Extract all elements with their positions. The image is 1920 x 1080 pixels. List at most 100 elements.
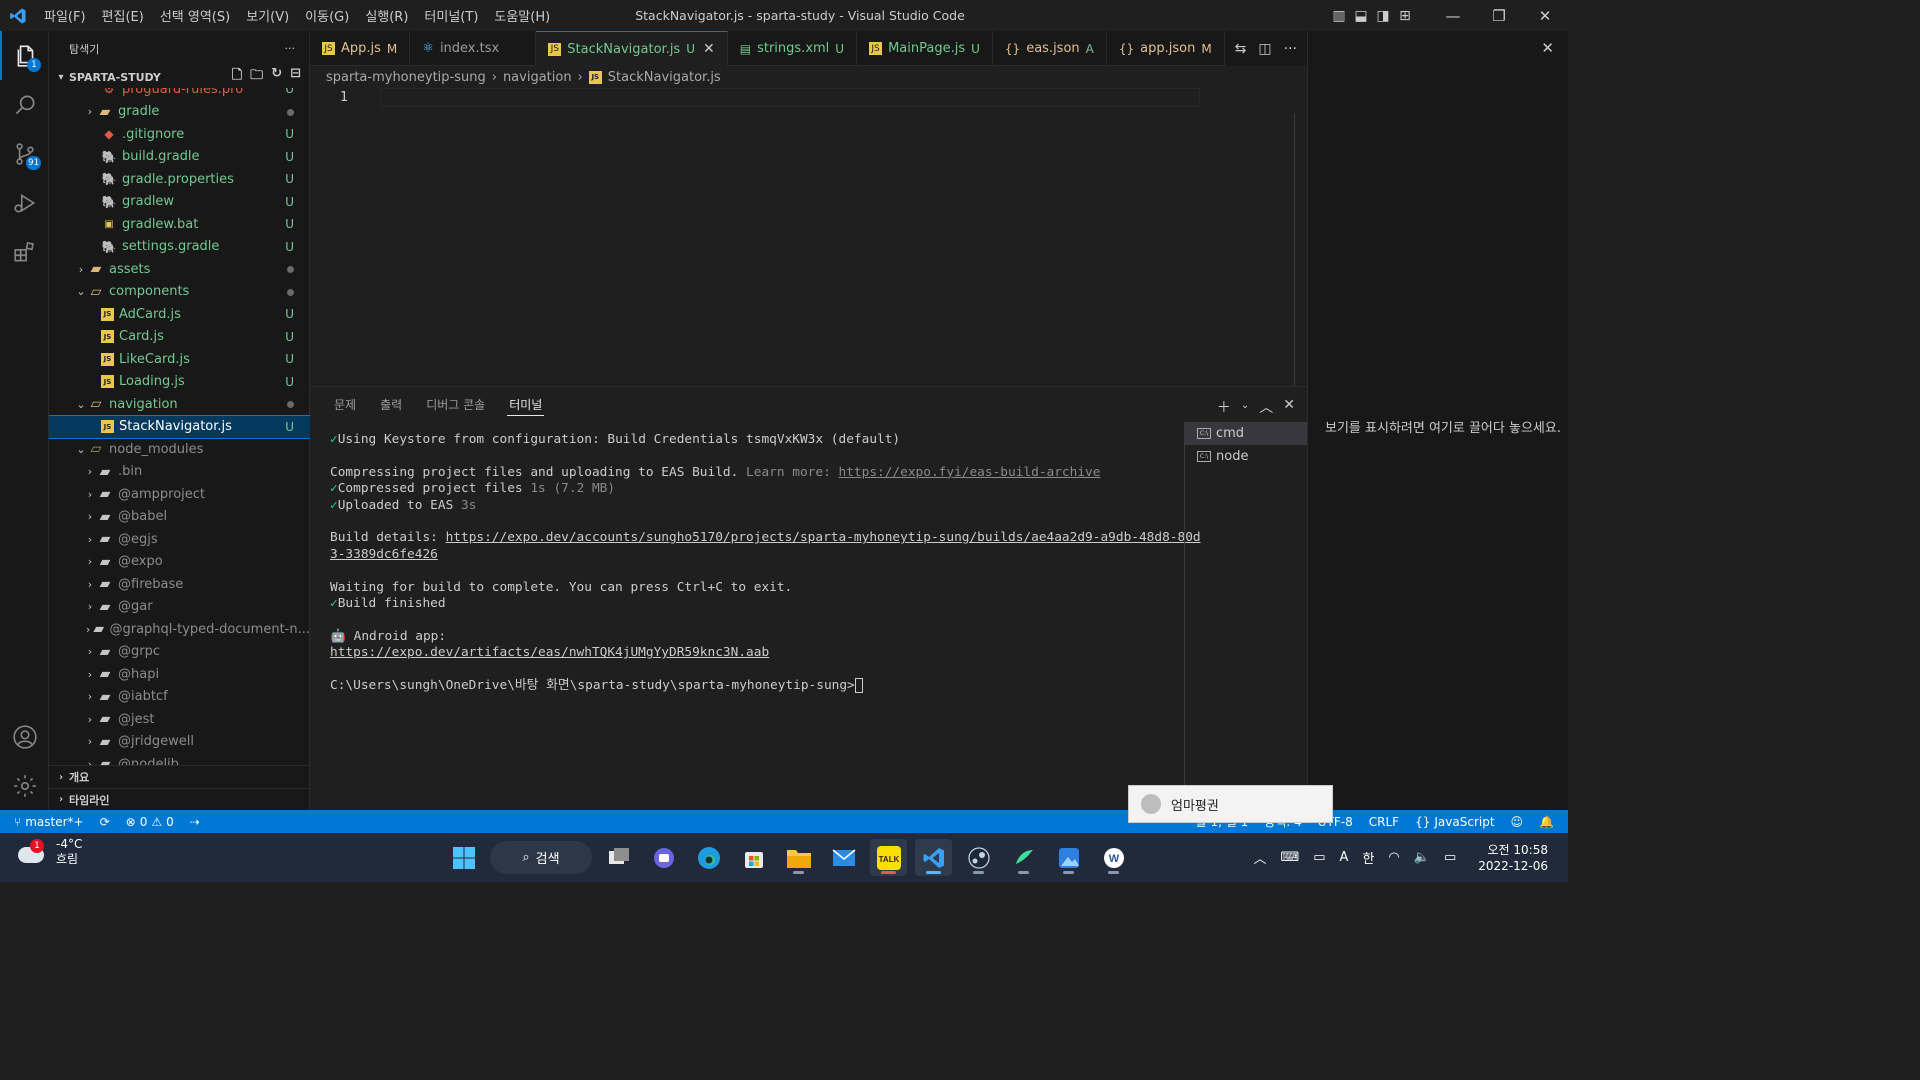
task-view-icon[interactable]	[600, 839, 637, 876]
language-mode[interactable]: {} JavaScript	[1407, 815, 1502, 829]
problems-indicator[interactable]: ⊗ 0 ⚠ 0	[118, 815, 182, 829]
menu-run[interactable]: 실행(R)	[357, 6, 416, 25]
tab-strings-xml[interactable]: ▤ strings.xml U	[728, 31, 858, 66]
kakaotalk-icon[interactable]: TALK	[870, 839, 907, 876]
source-control-icon[interactable]: 91	[0, 129, 49, 178]
new-terminal-icon[interactable]: ＋	[1217, 397, 1231, 417]
tree-item-gradlew-bat[interactable]: ▣ gradlew.bat U	[49, 213, 310, 236]
manage-gear-icon[interactable]	[0, 761, 49, 810]
microsoft-store-icon[interactable]	[735, 839, 772, 876]
tab-index-tsx[interactable]: ⚛ index.tsx	[410, 31, 537, 66]
terminal-output[interactable]: ✓Using Keystore from configuration: Buil…	[330, 432, 1201, 695]
teams-chat-icon[interactable]	[645, 839, 682, 876]
extensions-icon[interactable]	[0, 227, 49, 276]
anaconda-app-icon[interactable]	[1005, 839, 1042, 876]
mail-icon[interactable]	[825, 839, 862, 876]
tab-eas-json[interactable]: {} eas.json A	[993, 31, 1107, 66]
open-changes-icon[interactable]: ⇆	[1235, 41, 1247, 57]
taskbar-search[interactable]: ⌕ 검색	[490, 841, 592, 874]
workspace-section-header[interactable]: ▾ SPARTA-STUDY 🗋 🗀 ↻ ⊟	[49, 66, 309, 88]
restore-button[interactable]: ❐	[1476, 0, 1522, 31]
timeline-section-header[interactable]: › 타임라인	[49, 788, 310, 810]
tab-terminal[interactable]: 터미널	[497, 387, 554, 422]
maximize-panel-icon[interactable]: ︿	[1259, 397, 1273, 417]
tree-item-ampproject[interactable]: › ▰ @ampproject	[49, 483, 310, 506]
battery-icon[interactable]: ▭	[1444, 850, 1456, 865]
show-hidden-icons-icon[interactable]: ︿	[1253, 848, 1266, 867]
tree-item-iabtcf[interactable]: › ▰ @iabtcf	[49, 686, 310, 709]
new-file-icon[interactable]: 🗋	[232, 66, 242, 88]
tab-stacknavigator-js[interactable]: JS StackNavigator.js U ✕	[536, 31, 728, 66]
edge-browser-icon[interactable]	[690, 839, 727, 876]
photos-app-icon[interactable]	[1050, 839, 1087, 876]
clock[interactable]: 오전 10:58 2022-12-06	[1478, 842, 1548, 874]
sync-icon[interactable]: ⟳	[92, 815, 118, 829]
outline-section-header[interactable]: › 개요	[49, 766, 310, 788]
toggle-secondary-sidebar-icon[interactable]: ◨	[1372, 0, 1394, 31]
breadcrumb-item[interactable]: navigation	[503, 70, 572, 85]
tab-problems[interactable]: 문제	[322, 387, 368, 422]
tree-item-firebase[interactable]: › ▰ @firebase	[49, 573, 310, 596]
tree-item-grpc[interactable]: › ▰ @grpc	[49, 641, 310, 664]
tree-item-babel[interactable]: › ▰ @babel	[49, 506, 310, 529]
terminal-item-node[interactable]: C:\ node	[1185, 445, 1307, 468]
steam-icon[interactable]	[960, 839, 997, 876]
tree-item-gradlew[interactable]: 🐘 gradlew U	[49, 191, 310, 214]
tree-item-gradle-properties[interactable]: 🐘 gradle.properties U	[49, 168, 310, 191]
close-icon[interactable]: ✕	[1541, 39, 1554, 57]
terminal-link[interactable]: https://expo.dev/artifacts/eas/nwhTQK4jU…	[330, 645, 769, 660]
vscode-taskbar-icon[interactable]	[915, 839, 952, 876]
close-panel-icon[interactable]: ✕	[1283, 397, 1295, 417]
tree-item-graphql[interactable]: › ▰ @graphql-typed-document-n...	[49, 618, 310, 641]
tree-item-gradle-folder[interactable]: › ▰ gradle	[49, 101, 310, 124]
tree-item-adcard[interactable]: JS AdCard.js U	[49, 303, 310, 326]
tree-item-navigation[interactable]: ⌄ ▱ navigation	[49, 393, 310, 416]
explorer-more-actions[interactable]: ···	[285, 42, 296, 55]
tree-item-bin[interactable]: › ▰ .bin	[49, 461, 310, 484]
tree-item-jest[interactable]: › ▰ @jest	[49, 708, 310, 731]
tree-item-likecard[interactable]: JS LikeCard.js U	[49, 348, 310, 371]
file-explorer-icon[interactable]	[780, 839, 817, 876]
keyboard-icon[interactable]: ⌨	[1280, 850, 1299, 865]
code-editor[interactable]: 1	[310, 88, 1307, 414]
menu-terminal[interactable]: 터미널(T)	[416, 6, 486, 25]
ime-mode-a[interactable]: A	[1340, 850, 1349, 865]
menu-go[interactable]: 이동(G)	[297, 6, 357, 25]
new-folder-icon[interactable]: 🗀	[250, 66, 263, 88]
customize-layout-icon[interactable]: ⊞	[1394, 0, 1416, 31]
live-share-icon[interactable]: ⇢	[182, 815, 208, 829]
collapse-all-icon[interactable]: ⊟	[290, 66, 301, 88]
start-windows-icon[interactable]	[445, 839, 482, 876]
explorer-icon[interactable]: 1	[0, 31, 49, 80]
vertical-scrollbar[interactable]	[1294, 114, 1295, 414]
weather-widget[interactable]: 1 -4°C 흐림	[14, 837, 82, 867]
chevron-down-icon[interactable]: ⌄	[1241, 397, 1249, 417]
word-app-icon[interactable]: W	[1095, 839, 1132, 876]
accounts-icon[interactable]	[0, 712, 49, 761]
terminal-item-cmd[interactable]: C:\ cmd	[1185, 422, 1307, 445]
terminal-link[interactable]: https://expo.fyi/eas-build-archive	[839, 465, 1101, 480]
toggle-panel-icon[interactable]: ⬓	[1350, 0, 1372, 31]
tree-item-hapi[interactable]: › ▰ @hapi	[49, 663, 310, 686]
tree-item-components[interactable]: ⌄ ▱ components	[49, 281, 310, 304]
tab-output[interactable]: 출력	[368, 387, 414, 422]
feedback-icon[interactable]: ☺	[1503, 815, 1532, 829]
more-actions-icon[interactable]: ···	[1284, 41, 1297, 57]
refresh-icon[interactable]: ↻	[271, 66, 282, 88]
tab-app-json[interactable]: {} app.json M	[1107, 31, 1225, 66]
tree-item-egjs[interactable]: › ▰ @egjs	[49, 528, 310, 551]
breadcrumb-item[interactable]: StackNavigator.js	[608, 70, 721, 85]
ime-mode-han[interactable]: 한	[1362, 848, 1374, 867]
tree-item-stacknavigator[interactable]: JS StackNavigator.js U	[49, 414, 310, 439]
tree-item-gitignore[interactable]: ◆ .gitignore U	[49, 123, 310, 146]
tree-item-assets[interactable]: › ▰ assets	[49, 258, 310, 281]
tree-item-card[interactable]: JS Card.js U	[49, 326, 310, 349]
tab-debug-console[interactable]: 디버그 콘솔	[414, 387, 497, 422]
split-editor-icon[interactable]: ◫	[1258, 41, 1271, 57]
menu-selection[interactable]: 선택 영역(S)	[152, 6, 238, 25]
menu-view[interactable]: 보기(V)	[238, 6, 297, 25]
tree-item-loading[interactable]: JS Loading.js U	[49, 371, 310, 394]
notifications-bell-icon[interactable]: 🔔	[1531, 815, 1568, 829]
end-of-line[interactable]: CRLF	[1361, 815, 1407, 829]
wifi-icon[interactable]: ◠	[1388, 850, 1399, 865]
